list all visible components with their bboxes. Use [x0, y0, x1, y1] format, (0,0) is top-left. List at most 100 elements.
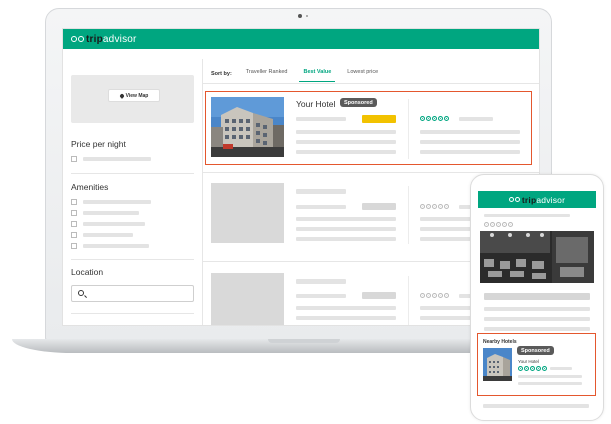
rating-bubble-icon	[542, 366, 547, 371]
sort-tab-traveller-ranked[interactable]: Traveller Ranked	[246, 69, 288, 79]
laptop-notch	[268, 339, 340, 343]
view-map-label: View Map	[125, 92, 149, 99]
sort-bar: Sort by: Traveller Ranked Best Value Low…	[211, 67, 394, 82]
text-placeholder	[484, 214, 570, 217]
amenity-checkbox[interactable]	[71, 243, 77, 249]
camera-icon	[298, 14, 302, 18]
amenity-checkbox[interactable]	[71, 199, 77, 205]
site-header: trip advisor	[63, 29, 539, 49]
rating-bubble-icon	[524, 366, 529, 371]
amenity-option-placeholder	[83, 233, 133, 237]
price-filter-title: Price per night	[71, 139, 126, 149]
hotel-building-image	[483, 348, 512, 381]
laptop-screen: trip advisor View Map Price per night Ame…	[62, 28, 540, 326]
price-checkbox[interactable]	[71, 156, 77, 162]
price-placeholder	[362, 203, 396, 210]
logo-text-trip: trip	[86, 33, 103, 45]
text-placeholder	[550, 367, 572, 370]
search-icon	[78, 290, 84, 296]
rating-bubbles	[518, 366, 547, 371]
text-placeholder	[518, 375, 582, 378]
sponsored-badge: Sponsored	[517, 346, 554, 355]
rating-bubble-icon	[508, 222, 513, 227]
text-placeholder	[296, 217, 396, 221]
divider	[71, 313, 194, 314]
amenity-option-placeholder	[83, 222, 145, 226]
price-placeholder	[362, 292, 396, 299]
text-placeholder	[484, 317, 590, 321]
price-highlight	[362, 115, 396, 123]
text-placeholder	[420, 140, 520, 144]
rating-bubble-icon	[426, 293, 431, 298]
rating-bubble-icon	[438, 116, 443, 121]
amenity-option-placeholder	[83, 211, 139, 215]
divider	[408, 99, 409, 159]
sort-tab-best-value[interactable]: Best Value	[299, 69, 336, 82]
amenity-checkbox[interactable]	[71, 210, 77, 216]
sort-tab-lowest-price[interactable]: Lowest price	[347, 69, 378, 79]
rating-bubble-icon	[536, 366, 541, 371]
text-placeholder	[296, 117, 346, 121]
rating-bubble-icon	[518, 366, 523, 371]
rating-bubbles	[484, 222, 513, 227]
text-placeholder	[518, 382, 582, 385]
text-placeholder	[420, 150, 520, 154]
amenity-option-placeholder	[83, 244, 149, 248]
owl-logo-icon	[508, 197, 520, 202]
rating-bubble-icon	[426, 204, 431, 209]
location-search-input[interactable]	[71, 285, 194, 302]
rating-bubble-icon	[490, 222, 495, 227]
rating-bubble-icon	[444, 293, 449, 298]
text-placeholder	[420, 130, 520, 134]
divider	[408, 186, 409, 244]
amenity-checkbox[interactable]	[71, 221, 77, 227]
rating-bubble-icon	[420, 204, 425, 209]
view-map-button[interactable]: View Map	[108, 89, 160, 102]
rating-bubbles	[420, 116, 449, 121]
rating-bubble-icon	[426, 116, 431, 121]
tripadvisor-logo[interactable]: trip advisor	[508, 195, 565, 205]
rating-bubble-icon	[420, 116, 425, 121]
rating-bubble-icon	[432, 293, 437, 298]
nearby-hotel-photo[interactable]	[483, 348, 512, 381]
divider	[71, 259, 194, 260]
text-placeholder	[296, 227, 396, 231]
text-placeholder	[296, 130, 396, 134]
amenity-checkbox[interactable]	[71, 232, 77, 238]
tripadvisor-logo[interactable]: trip advisor	[71, 34, 137, 45]
hotel-lobby-photo[interactable]	[480, 231, 594, 283]
map-pin-icon	[118, 92, 125, 99]
nearby-hotel-name[interactable]: Your Hotel	[518, 359, 539, 364]
rating-bubble-icon	[432, 116, 437, 121]
divider	[408, 276, 409, 325]
rating-bubbles	[420, 293, 449, 298]
rating-bubble-icon	[484, 222, 489, 227]
sort-by-label: Sort by:	[211, 71, 232, 77]
location-filter-title: Location	[71, 267, 104, 277]
camera-light	[306, 15, 308, 17]
sponsored-badge: Sponsored	[340, 98, 377, 107]
logo-text-advisor: advisor	[102, 33, 137, 45]
text-placeholder	[296, 150, 396, 154]
text-placeholder	[484, 327, 590, 331]
price-option-placeholder	[83, 157, 151, 161]
phone-site-header: trip advisor	[478, 191, 596, 208]
hotel-photo[interactable]	[211, 97, 284, 157]
text-placeholder	[484, 307, 590, 311]
text-placeholder	[296, 294, 346, 298]
text-placeholder	[296, 237, 396, 241]
hotel-name[interactable]: Your Hotel	[296, 99, 335, 109]
owl-logo-icon	[71, 36, 84, 42]
text-placeholder	[483, 404, 589, 408]
rating-bubble-icon	[432, 204, 437, 209]
filter-sidebar: View Map Price per night Amenities Locat…	[63, 59, 203, 325]
hotel-lobby-image	[480, 231, 594, 283]
map-preview[interactable]: View Map	[71, 75, 194, 123]
divider	[203, 83, 539, 84]
text-placeholder	[484, 293, 590, 300]
rating-bubble-icon	[438, 293, 443, 298]
amenities-filter-title: Amenities	[71, 182, 109, 192]
hotel-building-image	[211, 97, 284, 157]
rating-bubble-icon	[438, 204, 443, 209]
text-placeholder	[296, 189, 346, 194]
